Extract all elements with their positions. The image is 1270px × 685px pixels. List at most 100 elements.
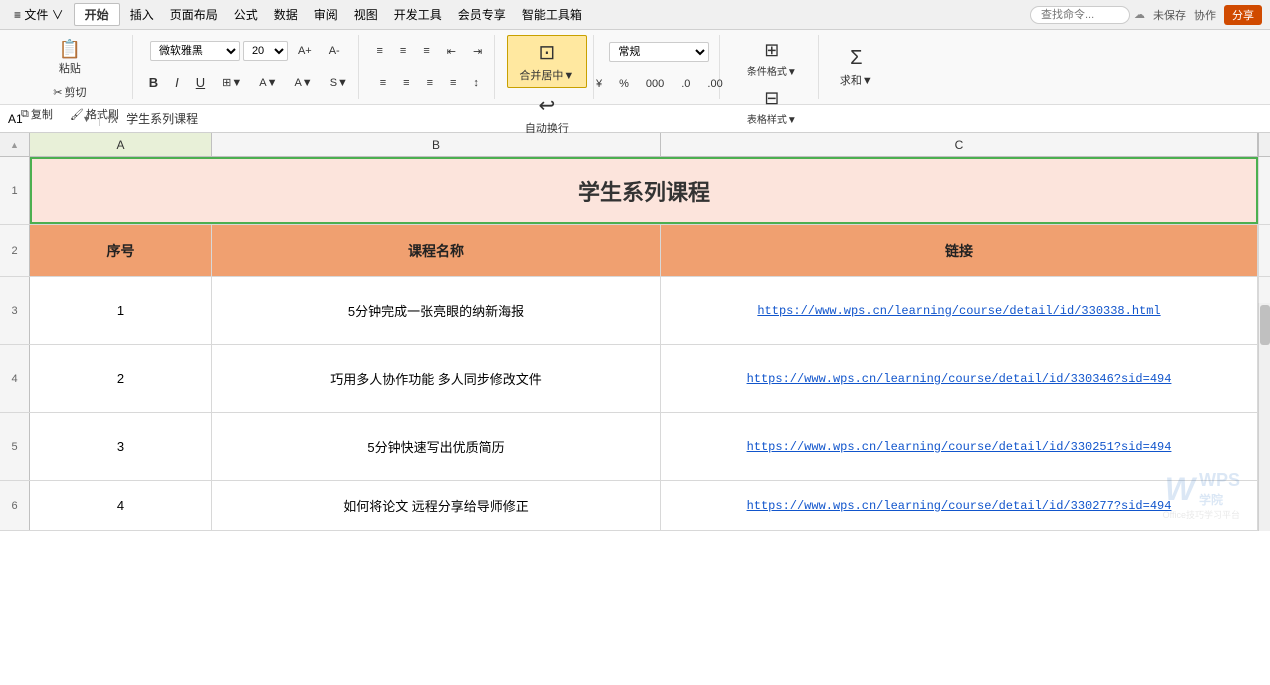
unsaved-btn[interactable]: 未保存 [1153,7,1186,23]
wps-sub-text: 学院 [1199,491,1240,508]
paste-button[interactable]: 📋 粘贴 [50,35,90,81]
ribbon-align-section: ≡ ≡ ≡ ⇤ ⇥ ≡ ≡ ≡ ≡ ↕ [365,35,495,99]
font-increase-button[interactable]: A+ [291,42,319,60]
menu-page-layout[interactable]: 页面布局 [164,4,224,25]
row-num-3: 3 [0,277,30,344]
font-name-selector[interactable]: 微软雅黑 [150,41,240,61]
fx-area: fx 学生系列课程 [100,110,1270,127]
row-num-6: 6 [0,481,30,530]
header-cell-a[interactable]: 序号 [30,225,212,276]
align-top-row: ≡ ≡ ≡ ⇤ ⇥ [369,42,489,61]
conditional-format-icon: ⊞ [764,40,779,61]
row-num-5: 5 [0,413,30,480]
wps-logo-text: WPS [1199,470,1240,491]
select-all-icon[interactable]: ▲ [10,140,19,150]
cell-ref-dropdown-icon[interactable]: ▼ [82,114,91,124]
link-c4[interactable]: https://www.wps.cn/learning/course/detai… [747,372,1172,386]
data-cell-b5[interactable]: 5分钟快速写出优质简历 [212,413,661,480]
data-cell-a3[interactable]: 1 [30,277,212,344]
data-cell-c3[interactable]: https://www.wps.cn/learning/course/detai… [661,277,1258,344]
table-row: 4 2 巧用多人协作功能 多人同步修改文件 https://www.wps.cn… [0,345,1270,413]
col-header-b[interactable]: B [212,133,661,156]
column-headers: ▲ A B C [0,133,1270,157]
align-bottom-button[interactable]: ≡ [416,42,436,60]
title-merged-cell[interactable]: 学生系列课程 [30,157,1258,224]
col-header-c[interactable]: C [661,133,1258,156]
table-row: 5 3 5分钟快速写出优质简历 https://www.wps.cn/learn… [0,413,1270,481]
share-btn[interactable]: 分享 [1224,5,1262,25]
underline-button[interactable]: U [189,72,212,93]
fill-color-button[interactable]: A▼ [252,74,284,92]
menu-insert[interactable]: 插入 [124,4,160,25]
data-cell-b6[interactable]: 如何将论文 远程分享给导师修正 [212,481,661,530]
data-cell-a5[interactable]: 3 [30,413,212,480]
data-cell-b4[interactable]: 巧用多人协作功能 多人同步修改文件 [212,345,661,412]
row-num-1: 1 [0,157,30,224]
align-right-button[interactable]: ≡ [420,74,440,92]
currency-button[interactable]: ¥ [589,75,609,93]
search-area [1030,6,1130,24]
header-cell-c[interactable]: 链接 [661,225,1258,276]
menu-start[interactable]: 开始 [74,3,120,26]
cut-button[interactable]: ✂ 剪切 [46,81,93,103]
ribbon-number-section: 常规 ¥ % 000 .0 .00 [600,35,720,99]
link-c6[interactable]: https://www.wps.cn/learning/course/detai… [747,499,1172,513]
scrollbar-thumb[interactable] [1260,305,1270,345]
align-center-button[interactable]: ≡ [396,74,416,92]
col-header-a[interactable]: A [30,133,212,156]
menu-formula[interactable]: 公式 [228,4,264,25]
text-direction-button[interactable]: ↕ [466,74,486,92]
cell-reference[interactable]: A1 ▼ [0,112,100,126]
align-left-button[interactable]: ≡ [373,74,393,92]
border-button[interactable]: ⊞▼ [215,73,249,92]
align-middle-button[interactable]: ≡ [393,42,413,60]
indent-decrease-button[interactable]: ⇤ [440,42,463,61]
table-row: 6 4 如何将论文 远程分享给导师修正 https://www.wps.cn/l… [0,481,1270,531]
indent-increase-button[interactable]: ⇥ [466,42,489,61]
collab-btn[interactable]: 协作 [1194,7,1216,23]
row-num-4: 4 [0,345,30,412]
menu-vip[interactable]: 会员专享 [452,4,512,25]
decimal-increase-button[interactable]: .0 [674,75,697,93]
wps-watermark: W WPS 学院 Office技巧学习平台 [1163,470,1240,521]
header-cell-b[interactable]: 课程名称 [212,225,661,276]
merge-icon: ⊡ [538,40,555,65]
conditional-format-button[interactable]: ⊞ 条件格式▼ [732,35,812,83]
thousands-button[interactable]: 000 [639,75,671,93]
number-format-selector[interactable]: 常规 [609,42,709,62]
table-style-icon: ⊟ [764,88,779,109]
sum-button[interactable]: Σ 求和▼ [831,38,882,96]
vertical-scrollbar[interactable] [1258,303,1270,531]
scissors-icon: ✂ [53,86,62,99]
italic-button[interactable]: I [168,72,186,93]
menu-file[interactable]: ≡ 文件 ∨ [8,4,70,25]
link-c5[interactable]: https://www.wps.cn/learning/course/detai… [747,440,1172,454]
font-decrease-button[interactable]: A- [322,42,347,60]
data-cell-c4[interactable]: https://www.wps.cn/learning/course/detai… [661,345,1258,412]
data-cell-a6[interactable]: 4 [30,481,212,530]
menu-review[interactable]: 审阅 [308,4,344,25]
font-color-button[interactable]: A▼ [287,74,319,92]
merge-center-button[interactable]: ⊡ 合并居中▼ [507,35,587,88]
data-cell-b3[interactable]: 5分钟完成一张亮眼的纳新海报 [212,277,661,344]
paste-icon: 📋 [59,40,81,58]
search-input[interactable] [1030,6,1130,24]
font-size-selector[interactable]: 20 [243,41,288,61]
formula-content: 学生系列课程 [126,110,198,127]
data-cell-a4[interactable]: 2 [30,345,212,412]
percent-button[interactable]: % [612,75,636,93]
bold-button[interactable]: B [142,72,165,93]
menu-view[interactable]: 视图 [348,4,384,25]
wps-tagline: Office技巧学习平台 [1163,508,1240,521]
font-name-row: 微软雅黑 20 A+ A- [150,41,347,61]
align-top-button[interactable]: ≡ [369,42,389,60]
align-justify-button[interactable]: ≡ [443,74,463,92]
link-c3[interactable]: https://www.wps.cn/learning/course/detai… [757,304,1160,318]
menu-data[interactable]: 数据 [268,4,304,25]
ribbon-style-section: ⊞ 条件格式▼ ⊟ 表格样式▼ ▦ 单元格样式▼ [726,35,819,99]
number-format-row: 常规 [609,42,709,62]
menu-smart[interactable]: 智能工具箱 [516,4,588,25]
menu-dev-tools[interactable]: 开发工具 [388,4,448,25]
align-bottom-row: ≡ ≡ ≡ ≡ ↕ [373,74,486,92]
strikethrough-button[interactable]: S▼ [323,74,355,92]
